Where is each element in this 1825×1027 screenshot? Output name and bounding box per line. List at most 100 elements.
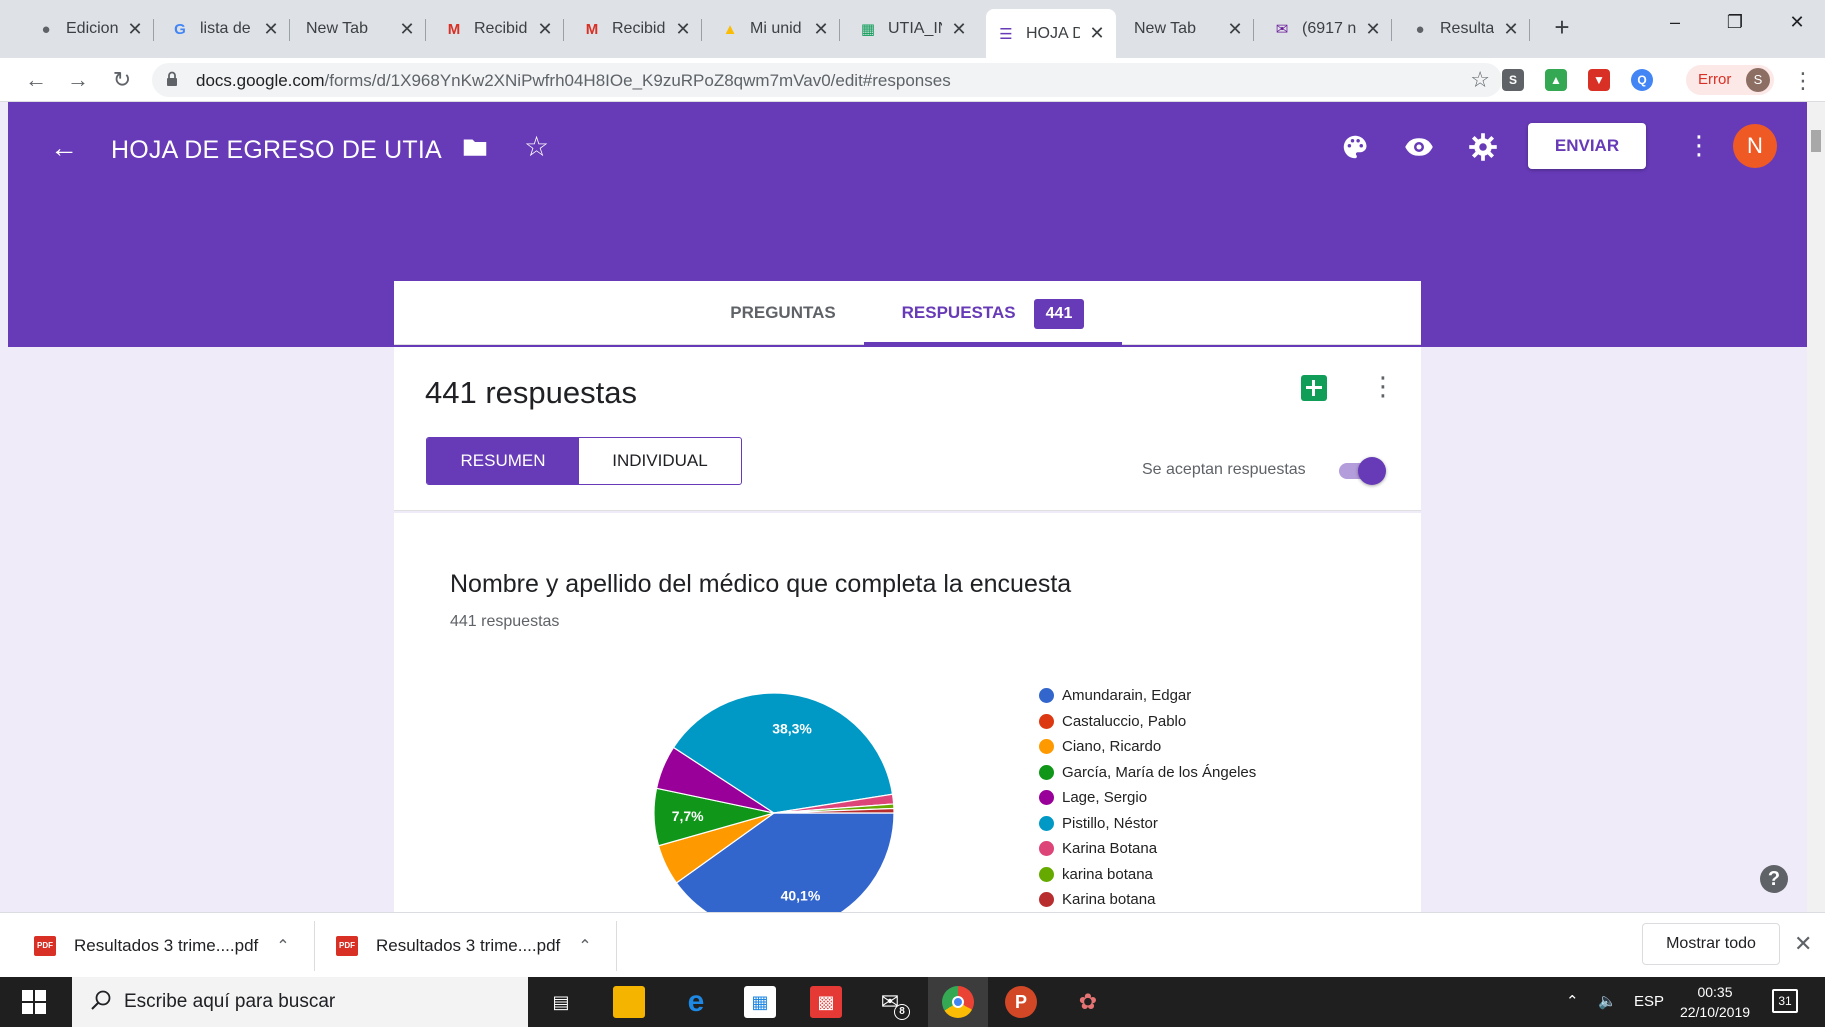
system-clock[interactable]: 00:35 22/10/2019 (1672, 982, 1758, 1022)
legend-item[interactable]: Castaluccio, Pablo (1039, 709, 1256, 735)
individual-view-button[interactable]: INDIVIDUAL (579, 438, 741, 484)
tab-responses[interactable]: RESPUESTAS 441 (864, 281, 1122, 345)
help-icon[interactable]: ? (1760, 865, 1788, 893)
edge-icon[interactable]: e (680, 985, 712, 1018)
skype-extension-icon[interactable]: S (1502, 69, 1524, 91)
legend-item[interactable]: García, María de los Ángeles (1039, 760, 1256, 786)
new-tab-plus-icon[interactable]: + (1548, 14, 1576, 42)
gift-app-icon[interactable]: ▩ (810, 986, 842, 1018)
browser-tab[interactable]: ● Resulta ✕ (1400, 9, 1530, 49)
legend-item[interactable]: Pistillo, Néstor (1039, 811, 1256, 837)
restore-icon[interactable]: ❐ (1712, 12, 1758, 42)
legend-item[interactable]: Lage, Sergio (1039, 785, 1256, 811)
search-extension-icon[interactable]: Q (1631, 69, 1653, 91)
file-explorer-icon[interactable] (613, 986, 645, 1018)
preview-eye-icon[interactable] (1404, 132, 1434, 162)
legend-item[interactable]: karina botana (1039, 862, 1256, 888)
page-scrollbar[interactable] (1807, 102, 1825, 912)
star-icon[interactable]: ☆ (524, 132, 554, 162)
chevron-up-icon[interactable]: ⌃ (276, 936, 289, 956)
taskbar-search-input[interactable]: Escribe aquí para buscar (72, 977, 528, 1027)
legend-item[interactable]: Karina botana (1039, 887, 1256, 913)
tab-close-icon[interactable]: ✕ (1088, 23, 1106, 44)
download-filename: Resultados 3 trime....pdf (376, 935, 561, 955)
legend-swatch (1039, 713, 1054, 729)
tab-responses-label: RESPUESTAS (901, 303, 1016, 322)
download-item[interactable]: PDF Resultados 3 trime....pdf ⌃ (336, 913, 592, 978)
accepting-responses-label: Se aceptan respuestas (1142, 461, 1306, 478)
browser-tab[interactable]: ▲ Mi unid ✕ (710, 9, 840, 49)
notifications-icon[interactable]: 31 (1772, 989, 1798, 1013)
slice-label: 40,1% (781, 887, 821, 903)
browser-tab[interactable]: ▦ UTIA_IN ✕ (848, 9, 978, 49)
tab-close-icon[interactable]: ✕ (674, 19, 692, 40)
folder-icon[interactable] (460, 132, 490, 162)
browser-tab-label: New Tab (306, 20, 368, 37)
browser-tab[interactable]: New Tab ✕ (296, 9, 426, 49)
mail-app-icon[interactable]: ✉ 8 (874, 986, 910, 1020)
profile-error-button[interactable]: Error S (1686, 65, 1774, 95)
legend-swatch (1039, 815, 1054, 831)
settings-gear-icon[interactable] (1468, 132, 1498, 162)
legend-label: Pistillo, Néstor (1062, 814, 1158, 832)
browser-tab[interactable]: ✉ (6917 n ✕ (1262, 9, 1392, 49)
drive-extension-icon[interactable]: ▲ (1545, 69, 1567, 91)
browser-tab[interactable]: M Recibid ✕ (572, 9, 702, 49)
close-downloads-icon[interactable]: ✕ (1794, 931, 1812, 957)
store-icon[interactable]: ▦ (744, 986, 776, 1018)
language-indicator[interactable]: ESP (1634, 977, 1664, 1027)
tab-close-icon[interactable]: ✕ (1226, 19, 1244, 40)
sheets-link-icon[interactable] (1301, 375, 1327, 401)
window-close-icon[interactable]: ✕ (1774, 12, 1820, 42)
paint-app-icon[interactable]: ✿ (1072, 986, 1104, 1018)
tab-close-icon[interactable]: ✕ (398, 19, 416, 40)
tab-close-icon[interactable]: ✕ (812, 19, 830, 40)
legend-item[interactable]: Amundarain, Edgar (1039, 683, 1256, 709)
forward-icon[interactable]: → (64, 66, 92, 94)
browser-tab[interactable]: Glista de ✕ (160, 9, 290, 49)
download-filename: Resultados 3 trime....pdf (74, 935, 259, 955)
toggle-knob[interactable] (1358, 457, 1386, 485)
show-all-downloads-button[interactable]: Mostrar todo (1642, 923, 1780, 965)
chrome-icon[interactable] (942, 986, 974, 1018)
reload-icon[interactable]: ↻ (108, 66, 136, 94)
form-title: HOJA DE EGRESO DE UTIA (111, 136, 442, 164)
palette-icon[interactable] (1340, 132, 1370, 162)
chevron-up-icon[interactable]: ⌃ (578, 936, 591, 956)
browser-menu-icon[interactable]: ⋮ (1792, 68, 1814, 94)
tab-close-icon[interactable]: ✕ (1364, 19, 1382, 40)
browser-tab-label: HOJA D (1026, 24, 1080, 42)
clock-date: 22/10/2019 (1679, 1004, 1751, 1020)
tray-chevron-up-icon[interactable]: ⌃ (1566, 977, 1579, 1027)
tab-close-icon[interactable]: ✕ (1502, 19, 1520, 40)
tab-close-icon[interactable]: ✕ (126, 19, 144, 40)
pocket-extension-icon[interactable]: ▼ (1588, 69, 1610, 91)
send-button[interactable]: ENVIAR (1528, 123, 1646, 169)
tab-close-icon[interactable]: ✕ (950, 19, 968, 40)
summary-view-button[interactable]: RESUMEN (427, 438, 579, 484)
browser-tab[interactable]: ● Edicion ✕ (26, 9, 154, 49)
back-icon[interactable]: ← (22, 66, 50, 94)
tab-close-icon[interactable]: ✕ (262, 19, 280, 40)
browser-tab[interactable]: ☰ HOJA D ✕ (986, 9, 1116, 58)
windows-start-icon[interactable] (22, 990, 46, 1014)
tab-questions[interactable]: PREGUNTAS (706, 281, 860, 345)
search-icon (91, 990, 111, 1010)
minimize-icon[interactable]: – (1652, 12, 1698, 42)
legend-item[interactable]: Ciano, Ricardo (1039, 734, 1256, 760)
task-view-icon[interactable]: ▤ (545, 986, 577, 1018)
legend-item[interactable]: Karina Botana (1039, 836, 1256, 862)
back-arrow-icon[interactable]: ← (50, 132, 78, 164)
address-bar[interactable]: docs.google.com/forms/d/1X968YnKw2XNiPwf… (152, 63, 1502, 97)
more-options-icon[interactable]: ⋮ (1686, 130, 1712, 161)
volume-icon[interactable]: 🔈 (1598, 977, 1617, 1027)
download-item[interactable]: PDF Resultados 3 trime....pdf ⌃ (34, 913, 290, 978)
bookmark-star-icon[interactable]: ☆ (1470, 67, 1490, 93)
responses-more-icon[interactable]: ⋮ (1370, 371, 1396, 402)
scrollbar-thumb[interactable] (1811, 130, 1821, 152)
browser-tab[interactable]: M Recibid ✕ (434, 9, 564, 49)
powerpoint-icon[interactable]: P (1005, 986, 1037, 1018)
user-avatar[interactable]: N (1733, 124, 1777, 168)
tab-close-icon[interactable]: ✕ (536, 19, 554, 40)
browser-tab[interactable]: New Tab ✕ (1124, 9, 1254, 49)
